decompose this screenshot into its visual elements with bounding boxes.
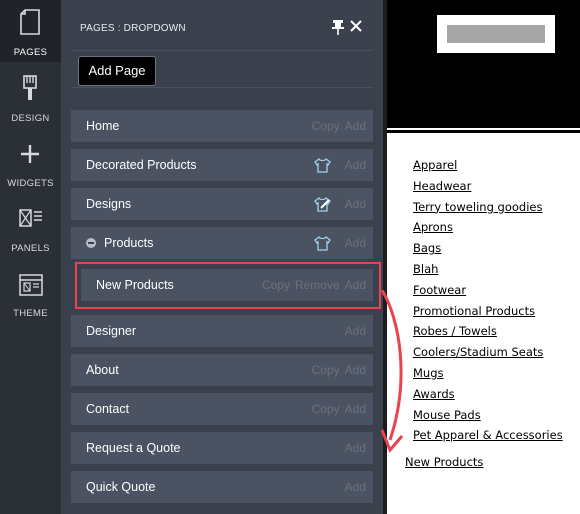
add-button[interactable]: Add <box>345 480 366 494</box>
shirt-icon <box>314 236 331 251</box>
rail-item-pages[interactable]: PAGES <box>0 0 61 62</box>
add-button[interactable]: Add <box>345 158 366 172</box>
add-button[interactable]: Add <box>345 402 366 416</box>
page-label: Contact <box>86 402 130 416</box>
rail-item-widgets[interactable]: WIDGETS <box>0 131 61 193</box>
page-row-about[interactable]: About Copy Add <box>71 354 373 386</box>
copy-button[interactable]: Copy <box>312 363 340 377</box>
page-row-contact[interactable]: Contact Copy Add <box>71 393 373 425</box>
rail-label-widgets: WIDGETS <box>7 178 54 189</box>
add-button[interactable]: Add <box>345 236 366 250</box>
page-row-designs[interactable]: Designs Add <box>71 188 373 220</box>
pages-panel: PAGES : DROPDOWN Add Page Home Copy Add D… <box>61 0 383 514</box>
page-row-products[interactable]: Products Add <box>71 227 373 259</box>
page-row-designer[interactable]: Designer Add <box>71 315 373 347</box>
pin-icon[interactable] <box>331 19 345 35</box>
side-rail: PAGES DESIGN WIDGETS PANELS THEME <box>0 0 61 514</box>
theme-icon <box>19 274 43 296</box>
plus-icon <box>21 145 39 163</box>
panels-icon <box>19 209 42 227</box>
add-page-button[interactable]: Add Page <box>78 56 156 86</box>
menu-link[interactable]: Robes / Towels <box>413 323 563 344</box>
page-row-quick-quote[interactable]: Quick Quote Add <box>71 471 373 503</box>
logo-placeholder <box>437 15 555 53</box>
menu-link[interactable]: Footwear <box>413 282 563 303</box>
page-row-home[interactable]: Home Copy Add <box>71 110 373 142</box>
collapse-icon[interactable] <box>86 238 96 248</box>
menu-link[interactable]: Pet Apparel & Accessories <box>413 427 563 448</box>
divider <box>387 130 580 133</box>
rail-label-panels: PANELS <box>11 243 50 254</box>
dropdown-menu-preview: Apparel Headwear Terry toweling goodies … <box>413 157 563 448</box>
page-row-decorated-products[interactable]: Decorated Products Add <box>71 149 373 181</box>
shirt-pencil-icon <box>314 197 331 212</box>
page-label: Designs <box>86 197 132 211</box>
panel-title: PAGES : DROPDOWN <box>80 23 186 34</box>
rail-label-pages: PAGES <box>13 47 48 58</box>
page-label: Products <box>104 236 154 250</box>
highlight-box <box>75 262 381 309</box>
rail-item-design[interactable]: DESIGN <box>0 66 61 128</box>
rail-item-panels[interactable]: PANELS <box>0 196 61 258</box>
page-label: Decorated Products <box>86 158 197 172</box>
menu-link[interactable]: Headwear <box>413 178 563 199</box>
copy-button[interactable]: Copy <box>312 119 340 133</box>
menu-link[interactable]: Coolers/Stadium Seats <box>413 344 563 365</box>
page-label: Quick Quote <box>86 480 156 494</box>
menu-link[interactable]: Bags <box>413 240 563 261</box>
menu-link[interactable]: Mugs <box>413 365 563 386</box>
page-label: Designer <box>86 324 137 338</box>
add-button[interactable]: Add <box>345 119 366 133</box>
add-button[interactable]: Add <box>345 363 366 377</box>
menu-link[interactable]: Blah <box>413 261 563 282</box>
site-header-preview <box>387 0 580 128</box>
menu-link[interactable]: Mouse Pads <box>413 407 563 428</box>
rail-item-theme[interactable]: THEME <box>0 261 61 323</box>
shirt-icon <box>314 158 331 173</box>
menu-link[interactable]: Promotional Products <box>413 303 563 324</box>
add-button[interactable]: Add <box>345 441 366 455</box>
page-label: About <box>86 363 119 377</box>
add-button[interactable]: Add <box>345 197 366 211</box>
menu-link[interactable]: Awards <box>413 386 563 407</box>
add-button[interactable]: Add <box>345 324 366 338</box>
arrow-annotation <box>380 290 404 453</box>
menu-link[interactable]: Aprons <box>413 219 563 240</box>
page-label: Home <box>86 119 120 133</box>
close-icon[interactable] <box>350 20 362 32</box>
menu-link[interactable]: Terry toweling goodies <box>413 199 563 220</box>
brush-icon <box>23 75 37 100</box>
rail-label-theme: THEME <box>13 308 48 319</box>
page-icon <box>20 9 40 35</box>
panel-toolbar: Add Page <box>71 50 373 88</box>
page-row-request-a-quote[interactable]: Request a Quote Add <box>71 432 373 464</box>
page-label: Request a Quote <box>86 441 181 455</box>
rail-label-design: DESIGN <box>11 113 50 124</box>
copy-button[interactable]: Copy <box>312 402 340 416</box>
menu-link[interactable]: Apparel <box>413 157 563 178</box>
